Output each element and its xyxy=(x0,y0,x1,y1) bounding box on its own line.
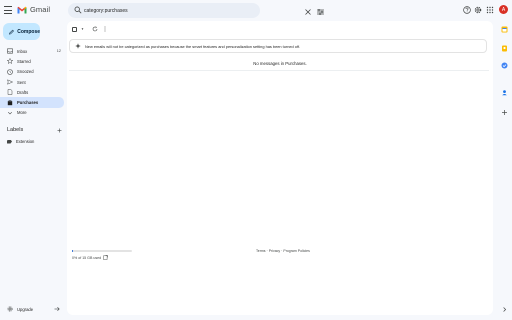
sidebar-item-label: More xyxy=(17,110,27,116)
storage-usage-text: 0% of 15 GB used xyxy=(72,255,102,260)
unread-count: 12 xyxy=(56,49,61,54)
select-caret-icon[interactable]: ▼ xyxy=(81,27,84,31)
menu-line xyxy=(4,6,12,7)
empty-state-message: No messages in Purchases. xyxy=(253,61,307,66)
tasks-icon[interactable] xyxy=(501,62,508,69)
sidebar-item-more[interactable]: More xyxy=(0,108,64,118)
sidebar-item-sent[interactable]: Sent xyxy=(0,77,64,87)
list-toolbar: ▼ xyxy=(72,24,108,34)
tag-icon xyxy=(7,99,13,105)
storage-progress-fill xyxy=(72,250,74,252)
sidebar-item-label: Snoozed xyxy=(17,69,34,75)
gmail-m-icon xyxy=(17,6,27,13)
apps-grid-icon[interactable] xyxy=(486,6,494,14)
chevron-down-icon xyxy=(7,111,13,115)
account-avatar[interactable]: A xyxy=(499,5,508,14)
info-banner: New emails will not be categorized as pu… xyxy=(69,39,487,53)
inbox-icon xyxy=(7,48,13,54)
gmail-logo[interactable]: Gmail xyxy=(17,5,50,14)
calendar-icon[interactable] xyxy=(501,26,508,33)
sidebar-item-label: Inbox xyxy=(17,48,28,54)
sidebar-nav: Inbox 12 Starred Snoozed Sent Drafts Pur… xyxy=(0,46,65,118)
menu-line xyxy=(4,13,12,14)
privacy-link[interactable]: Privacy xyxy=(269,249,280,253)
sidebar-item-label: Drafts xyxy=(17,89,29,95)
footer-links: Terms · Privacy · Program Policies xyxy=(256,249,310,253)
sidebar-item-starred[interactable]: Starred xyxy=(0,56,64,66)
terms-link[interactable]: Terms xyxy=(256,249,266,253)
clock-icon xyxy=(7,68,13,75)
search-icon[interactable] xyxy=(74,6,82,14)
storage-progress-bar xyxy=(72,250,132,252)
top-header: Gmail A xyxy=(0,0,512,22)
upgrade-button[interactable]: Upgrade xyxy=(7,306,62,312)
label-icon xyxy=(7,139,12,144)
footer-separator: · xyxy=(266,249,268,253)
refresh-icon[interactable] xyxy=(92,26,98,32)
sidebar-item-label: Sent xyxy=(17,79,26,85)
divider xyxy=(69,70,489,71)
gear-icon xyxy=(7,306,13,312)
main-panel: ▼ New emails will not be categorized as … xyxy=(67,21,493,315)
select-all-checkbox[interactable] xyxy=(72,26,77,32)
search-input[interactable] xyxy=(84,5,234,16)
sidebar-label-extension[interactable]: Extension xyxy=(7,139,34,144)
pencil-icon xyxy=(9,29,14,35)
sidebar-item-label: Starred xyxy=(17,58,31,64)
menu-line xyxy=(4,9,12,11)
labels-title: Labels xyxy=(7,127,24,133)
external-link-icon[interactable] xyxy=(103,255,108,260)
more-vertical-icon[interactable] xyxy=(102,26,108,32)
compose-button[interactable]: Compose xyxy=(3,23,40,40)
contacts-icon[interactable] xyxy=(501,89,508,96)
sidebar-item-drafts[interactable]: Drafts xyxy=(0,87,64,97)
banner-message: New emails will not be categorized as pu… xyxy=(85,43,301,49)
gmail-logo-text: Gmail xyxy=(30,5,51,14)
footer-separator: · xyxy=(281,249,283,253)
avatar-initial: A xyxy=(501,6,506,13)
close-icon[interactable] xyxy=(305,9,311,15)
plus-icon[interactable] xyxy=(57,128,62,133)
main-menu-button[interactable] xyxy=(4,5,14,15)
labels-header: Labels xyxy=(7,127,62,133)
program-policies-link[interactable]: Program Policies xyxy=(283,249,309,253)
gear-icon[interactable] xyxy=(474,6,482,14)
arrow-right-icon xyxy=(54,306,60,312)
draft-icon xyxy=(7,89,13,96)
star-icon xyxy=(7,58,13,65)
label-name: Extension xyxy=(16,139,35,144)
plus-icon[interactable] xyxy=(501,109,508,116)
chevron-right-icon[interactable] xyxy=(501,306,508,313)
keep-icon[interactable] xyxy=(501,45,508,52)
sparkle-icon xyxy=(75,43,81,49)
send-icon xyxy=(7,79,13,85)
search-bar[interactable] xyxy=(68,3,324,18)
tune-icon[interactable] xyxy=(317,9,324,15)
help-icon[interactable] xyxy=(463,6,471,14)
upgrade-label: Upgrade xyxy=(17,306,34,312)
sidebar-item-inbox[interactable]: Inbox 12 xyxy=(0,46,64,56)
storage-info: 0% of 15 GB used xyxy=(72,255,108,260)
compose-label: Compose xyxy=(17,28,40,35)
sidebar-item-label: Purchases xyxy=(17,100,39,106)
sidebar-item-purchases[interactable]: Purchases xyxy=(0,97,64,108)
sidebar-item-snoozed[interactable]: Snoozed xyxy=(0,67,64,77)
